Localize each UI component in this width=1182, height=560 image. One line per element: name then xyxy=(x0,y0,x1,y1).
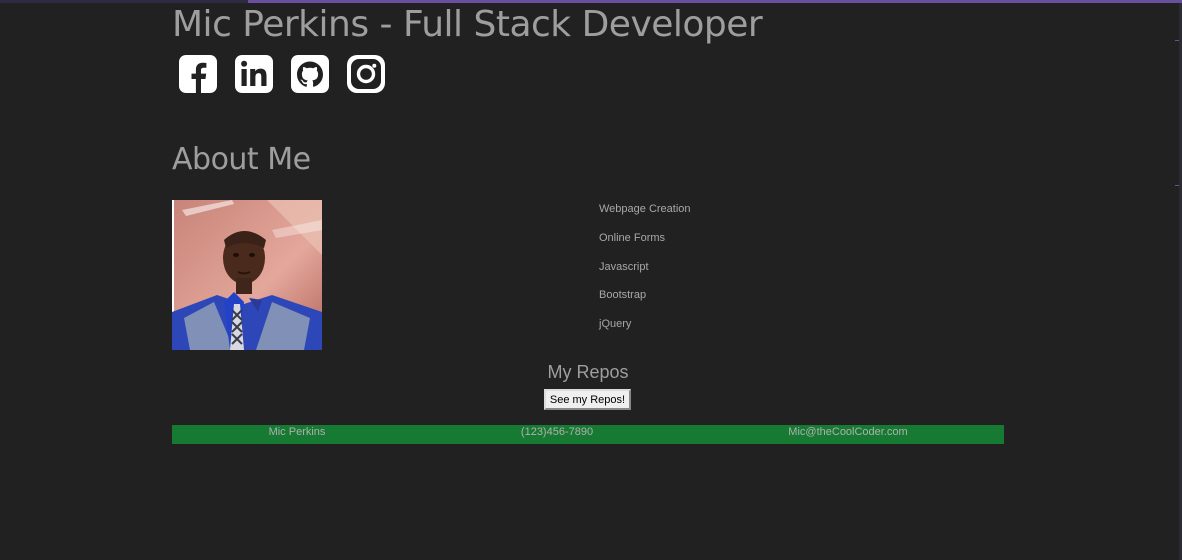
linkedin-icon xyxy=(235,55,273,93)
footer-name: Mic Perkins xyxy=(268,426,326,438)
window-top-border-segment xyxy=(0,0,248,3)
page-title: Mic Perkins - Full Stack Developer xyxy=(172,4,763,45)
skill-item: Bootstrap xyxy=(599,289,647,302)
skill-item: Online Forms xyxy=(599,231,666,244)
instagram-icon xyxy=(347,55,385,93)
see-repos-button[interactable]: See my Repos! xyxy=(544,389,631,410)
instagram-link[interactable] xyxy=(346,54,386,94)
about-title: About Me xyxy=(172,142,311,177)
skills-list: Webpage Creation Online Forms Javascript… xyxy=(599,201,691,345)
repos-title: My Repos xyxy=(547,362,629,382)
facebook-icon xyxy=(179,55,217,93)
skill-item: Webpage Creation xyxy=(599,203,691,215)
github-link[interactable] xyxy=(290,54,330,94)
footer: Mic Perkins (123)456-7890 Mic@theCoolCod… xyxy=(172,425,1004,444)
footer-email[interactable]: Mic@theCoolCoder.com xyxy=(788,426,907,438)
footer-phone: (123)456-7890 xyxy=(520,426,594,438)
profile-photo xyxy=(172,200,322,350)
facebook-link[interactable] xyxy=(178,54,218,94)
frame-marker xyxy=(1175,185,1179,186)
skill-item: Javascript xyxy=(599,260,649,273)
social-links xyxy=(178,54,386,94)
linkedin-link[interactable] xyxy=(234,54,274,94)
github-icon xyxy=(291,55,329,93)
skill-item: jQuery xyxy=(599,318,632,331)
frame-marker xyxy=(1175,40,1179,41)
